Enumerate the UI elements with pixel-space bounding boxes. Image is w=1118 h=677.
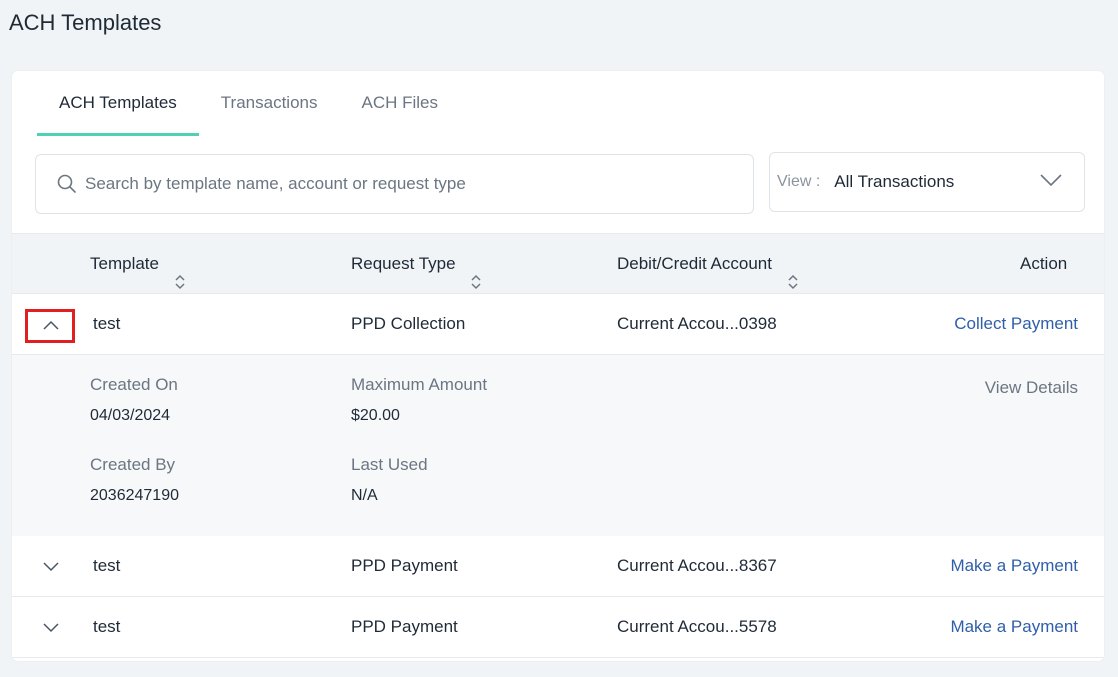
chevron-down-icon bbox=[43, 562, 59, 572]
maximum-amount-label: Maximum Amount bbox=[351, 375, 488, 394]
created-on-value: 04/03/2024 bbox=[90, 407, 171, 424]
created-by-value: 2036247190 bbox=[90, 487, 179, 504]
view-details-link[interactable]: View Details bbox=[985, 378, 1078, 398]
row-template-name: test bbox=[93, 556, 121, 575]
created-by-label: Created By bbox=[90, 455, 176, 474]
view-select-label: View : bbox=[777, 173, 821, 190]
chevron-up-icon bbox=[43, 320, 59, 330]
tab-bar: ACH Templates Transactions ACH Files bbox=[37, 71, 460, 137]
view-select-value: All Transactions bbox=[834, 172, 955, 191]
table-row: test PPD Payment Current Accou...5578 Ma… bbox=[12, 597, 1104, 658]
table-row: test PPD Payment Current Accou...8367 Ma… bbox=[12, 536, 1104, 597]
chevron-down-icon bbox=[1040, 173, 1062, 187]
row-template-name: test bbox=[93, 617, 121, 636]
column-header-request-type[interactable]: Request Type bbox=[351, 234, 482, 294]
row-request-type: PPD Payment bbox=[351, 556, 458, 575]
collect-payment-link[interactable]: Collect Payment bbox=[954, 294, 1078, 354]
sort-icon bbox=[470, 255, 482, 290]
make-payment-link[interactable]: Make a Payment bbox=[950, 536, 1078, 596]
search-box bbox=[35, 154, 754, 214]
maximum-amount-value: $20.00 bbox=[351, 407, 400, 424]
column-header-label: Debit/Credit Account bbox=[617, 254, 772, 273]
row-collapse-toggle[interactable] bbox=[25, 309, 75, 343]
created-on-label: Created On bbox=[90, 375, 178, 394]
view-select[interactable]: View : All Transactions bbox=[769, 152, 1085, 212]
column-header-account[interactable]: Debit/Credit Account bbox=[617, 234, 799, 294]
sort-icon bbox=[174, 255, 186, 290]
tab-ach-templates[interactable]: ACH Templates bbox=[37, 71, 199, 136]
column-header-template[interactable]: Template bbox=[90, 234, 186, 294]
column-header-action: Action bbox=[1020, 254, 1068, 273]
search-icon bbox=[57, 174, 77, 194]
row-request-type: PPD Payment bbox=[351, 617, 458, 636]
row-account: Current Accou...8367 bbox=[617, 556, 777, 575]
row-detail-panel: Created On 04/03/2024 Created By 2036247… bbox=[12, 355, 1104, 536]
row-request-type: PPD Collection bbox=[351, 314, 466, 333]
row-expand-toggle[interactable] bbox=[25, 612, 75, 646]
tab-ach-files[interactable]: ACH Files bbox=[339, 71, 460, 136]
table-header: Template Request Type Debit/Credit Accou… bbox=[12, 233, 1104, 294]
table-row: test PPD Collection Current Accou...0398… bbox=[12, 294, 1104, 355]
column-header-label: Template bbox=[90, 254, 159, 273]
row-account: Current Accou...0398 bbox=[617, 314, 777, 333]
row-template-name: test bbox=[93, 314, 121, 333]
row-account: Current Accou...5578 bbox=[617, 617, 777, 636]
last-used-label: Last Used bbox=[351, 455, 428, 474]
templates-card: ACH Templates Transactions ACH Files Vie… bbox=[12, 71, 1104, 661]
column-header-label: Request Type bbox=[351, 254, 456, 273]
last-used-value: N/A bbox=[351, 487, 378, 504]
make-payment-link[interactable]: Make a Payment bbox=[950, 597, 1078, 657]
search-input[interactable] bbox=[85, 174, 705, 194]
row-expand-toggle[interactable] bbox=[25, 551, 75, 585]
tab-transactions[interactable]: Transactions bbox=[199, 71, 340, 136]
page-title: ACH Templates bbox=[9, 10, 162, 35]
chevron-down-icon bbox=[43, 623, 59, 633]
sort-icon bbox=[787, 255, 799, 290]
